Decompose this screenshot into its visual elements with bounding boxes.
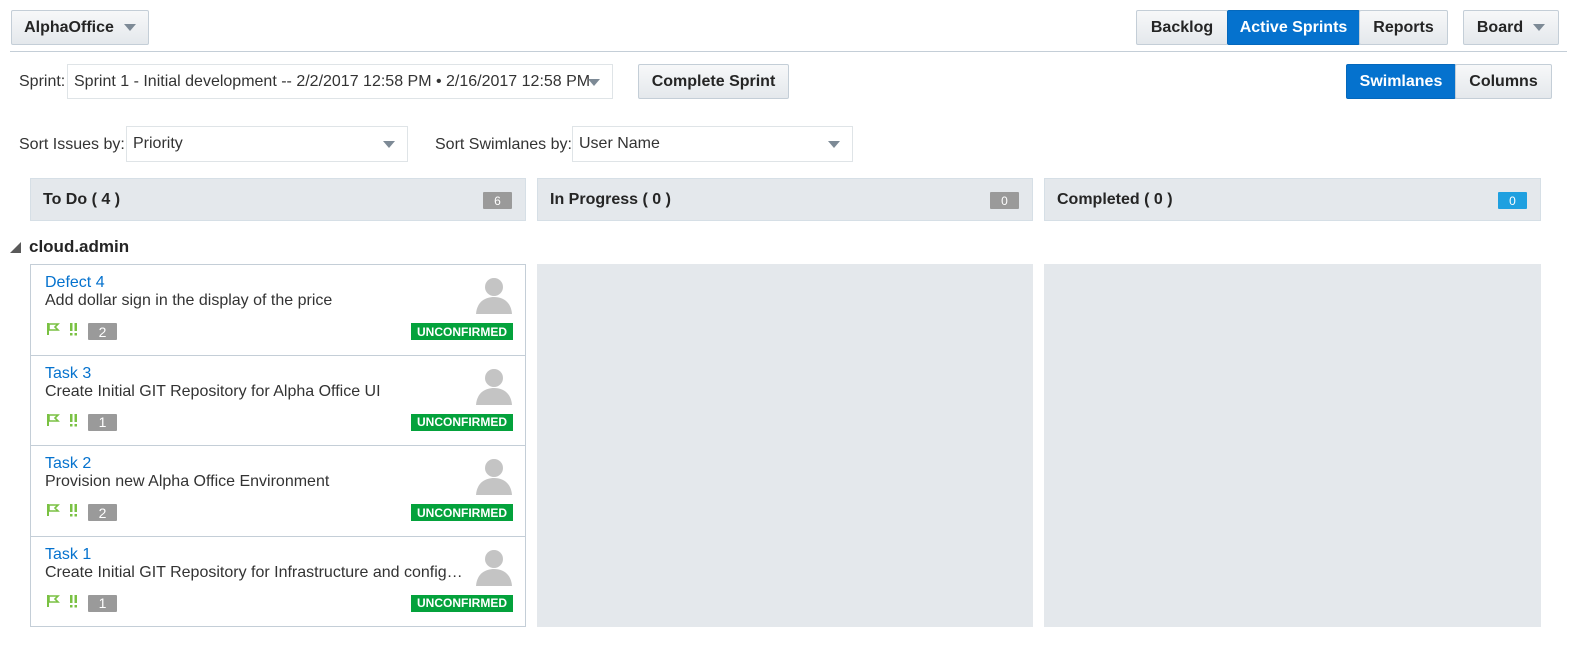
sprint-select-value: Sprint 1 - Initial development -- 2/2/20… (74, 72, 591, 90)
column-header-in-progress: In Progress ( 0 ) 0 (537, 178, 1033, 221)
chevron-down-icon (828, 141, 840, 148)
in-progress-drop-zone[interactable] (537, 264, 1033, 627)
project-selector[interactable]: AlphaOffice (11, 10, 149, 45)
issue-meta: 2 (46, 322, 117, 341)
completed-drop-zone[interactable] (1044, 264, 1541, 627)
sort-swimlanes-select[interactable]: User Name (572, 126, 853, 162)
priority-icon (70, 322, 78, 341)
reports-label: Reports (1373, 18, 1434, 36)
status-badge: UNCONFIRMED (411, 413, 513, 431)
issue-card[interactable]: Task 1 Create Initial GIT Repository for… (31, 537, 525, 628)
issue-card[interactable]: Task 3 Create Initial GIT Repository for… (31, 356, 525, 446)
backlog-label: Backlog (1150, 18, 1214, 36)
status-badge: UNCONFIRMED (411, 323, 513, 340)
sort-swimlanes-value: User Name (579, 135, 660, 152)
backlog-button[interactable]: Backlog (1136, 10, 1228, 45)
issue-summary: Create Initial GIT Repository for Infras… (45, 563, 465, 581)
column-count-badge: 6 (483, 192, 512, 209)
issue-summary: Provision new Alpha Office Environment (45, 473, 330, 490)
collapse-triangle-icon[interactable] (10, 241, 21, 253)
columns-toggle[interactable]: Columns (1455, 64, 1552, 99)
sort-issues-select[interactable]: Priority (126, 126, 408, 162)
board-menu-button[interactable]: Board (1463, 10, 1559, 45)
issue-summary: Add dollar sign in the display of the pr… (45, 292, 333, 309)
project-selector-label: AlphaOffice (24, 18, 114, 36)
issue-card[interactable]: Task 2 Provision new Alpha Office Enviro… (31, 446, 525, 537)
issue-card[interactable]: Defect 4 Add dollar sign in the display … (31, 265, 525, 356)
issue-link[interactable]: Task 1 (45, 546, 511, 564)
sprint-label: Sprint: (19, 73, 66, 90)
sprint-select[interactable]: Sprint 1 - Initial development -- 2/2/20… (67, 64, 613, 99)
chevron-down-icon (123, 24, 136, 31)
chevron-down-icon (1533, 24, 1546, 31)
complete-sprint-button[interactable]: Complete Sprint (638, 64, 789, 99)
issue-link[interactable]: Task 2 (45, 455, 511, 473)
chevron-down-icon (383, 141, 395, 148)
flag-icon (46, 322, 60, 341)
priority-icon (70, 594, 78, 613)
column-count-badge: 0 (990, 192, 1019, 209)
complete-sprint-label: Complete Sprint (651, 72, 776, 90)
active-sprints-button[interactable]: Active Sprints (1227, 10, 1360, 45)
flag-icon (46, 413, 60, 432)
sort-issues-value: Priority (133, 135, 183, 152)
status-badge: UNCONFIRMED (411, 594, 513, 612)
issue-meta: 2 (46, 503, 117, 522)
column-title: Completed ( 0 ) (1057, 190, 1173, 208)
issue-meta: 1 (46, 413, 117, 432)
user-avatar-icon (474, 546, 514, 591)
swimlane-header[interactable]: cloud.admin (10, 237, 129, 257)
reports-button[interactable]: Reports (1359, 10, 1448, 45)
issue-link[interactable]: Task 3 (45, 365, 511, 383)
story-points-badge: 2 (88, 504, 117, 521)
story-points-badge: 1 (88, 594, 117, 612)
columns-label: Columns (1469, 72, 1538, 90)
active-sprints-label: Active Sprints (1239, 18, 1348, 36)
column-count-badge: 0 (1498, 192, 1527, 209)
header-divider (10, 51, 1567, 52)
story-points-badge: 1 (88, 413, 117, 431)
issue-summary: Create Initial GIT Repository for Alpha … (45, 382, 381, 400)
column-title: In Progress ( 0 ) (550, 190, 671, 208)
flag-icon (46, 594, 60, 613)
swimlanes-label: Swimlanes (1359, 72, 1443, 90)
column-header-todo: To Do ( 4 ) 6 (30, 178, 526, 221)
board-label: Board (1476, 18, 1524, 36)
user-avatar-icon (474, 455, 514, 500)
chevron-down-icon (588, 78, 600, 86)
user-avatar-icon (474, 274, 514, 319)
column-header-completed: Completed ( 0 ) 0 (1044, 178, 1541, 221)
column-title: To Do ( 4 ) (43, 190, 121, 208)
status-badge: UNCONFIRMED (411, 504, 513, 521)
swimlane-name: cloud.admin (29, 237, 130, 256)
sort-swimlanes-label: Sort Swimlanes by: (435, 136, 572, 153)
swimlanes-toggle[interactable]: Swimlanes (1346, 64, 1456, 99)
todo-card-list: Defect 4 Add dollar sign in the display … (30, 264, 526, 627)
sort-issues-label: Sort Issues by: (19, 136, 125, 153)
user-avatar-icon (474, 365, 514, 410)
flag-icon (46, 503, 60, 522)
priority-icon (70, 503, 78, 522)
story-points-badge: 2 (88, 323, 117, 340)
issue-meta: 1 (46, 594, 117, 613)
priority-icon (70, 413, 78, 432)
issue-link[interactable]: Defect 4 (45, 274, 511, 292)
